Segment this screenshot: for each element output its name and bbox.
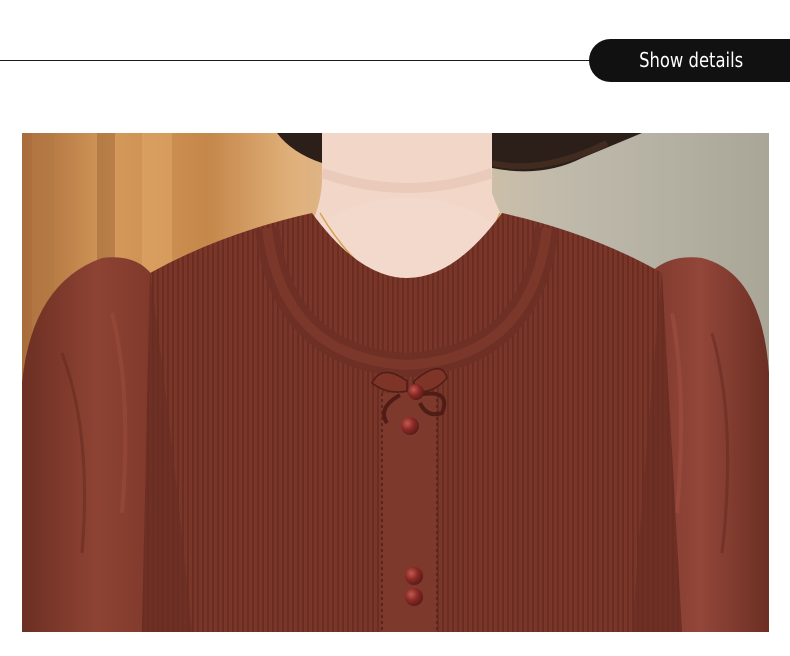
product-photo <box>22 133 769 632</box>
product-photo-illustration <box>22 133 769 632</box>
header-divider-line <box>0 60 600 61</box>
show-details-tab: Show details <box>589 39 790 82</box>
show-details-label: Show details <box>639 48 744 72</box>
